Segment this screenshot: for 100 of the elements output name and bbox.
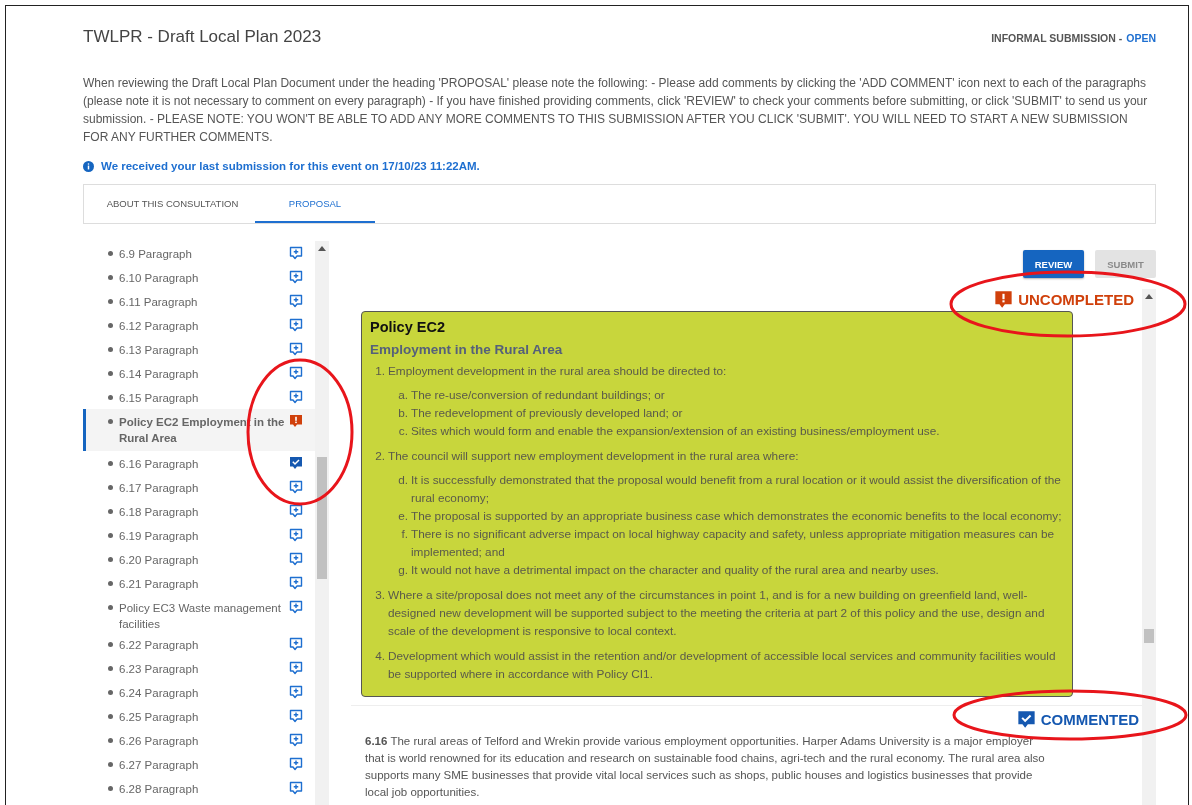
policy-subpoint: The re-use/conversion of redundant buildings; or xyxy=(411,387,665,404)
add-comment-icon[interactable] xyxy=(289,366,303,380)
bullet-icon xyxy=(108,251,113,256)
scrollbar-thumb[interactable] xyxy=(317,457,327,579)
list-letter: g. xyxy=(397,562,408,579)
sidebar-item[interactable]: 6.13 Paragraph xyxy=(83,337,315,361)
policy-subpoint: It is successfully demonstrated that the proposal would benefit from a rural location or it would assist the diversification of the rural economy; xyxy=(411,472,1062,507)
bullet-icon xyxy=(108,461,113,466)
submission-type: INFORMAL SUBMISSION - xyxy=(991,32,1123,44)
add-comment-icon[interactable] xyxy=(289,294,303,308)
bullet-icon xyxy=(108,690,113,695)
sidebar-item[interactable]: 6.12 Paragraph xyxy=(83,313,315,337)
add-comment-icon[interactable] xyxy=(289,637,303,651)
add-comment-icon[interactable] xyxy=(289,552,303,566)
bullet-icon xyxy=(108,323,113,328)
add-comment-icon[interactable] xyxy=(289,685,303,699)
policy-subpoint: The redevelopment of previously developed land; or xyxy=(411,405,683,422)
info-icon xyxy=(83,160,94,172)
bullet-icon xyxy=(108,533,113,538)
add-comment-icon[interactable] xyxy=(289,318,303,332)
add-comment-icon[interactable] xyxy=(289,600,303,614)
list-letter: b. xyxy=(397,405,408,422)
sidebar-item[interactable]: 6.11 Paragraph xyxy=(83,289,315,313)
add-comment-icon[interactable] xyxy=(289,390,303,404)
sidebar-item[interactable]: 6.14 Paragraph xyxy=(83,361,315,385)
submission-state: OPEN xyxy=(1126,32,1156,44)
add-comment-icon[interactable] xyxy=(289,781,303,795)
list-number: 2. xyxy=(374,448,385,465)
sidebar-item[interactable]: 6.24 Paragraph xyxy=(83,680,315,704)
sidebar-item[interactable]: 6.20 Paragraph xyxy=(83,547,315,571)
policy-point: Employment development in the rural area should be directed to: xyxy=(388,363,727,380)
sidebar-item[interactable]: 6.18 Paragraph xyxy=(83,499,315,523)
sidebar-item[interactable]: 6.22 Paragraph xyxy=(83,632,315,656)
sidebar-item[interactable]: 6.16 Paragraph xyxy=(83,451,315,475)
list-letter: e. xyxy=(397,508,408,525)
bullet-icon xyxy=(108,275,113,280)
policy-point: Development which would assist in the retention and/or development of accessible local services and community facilities would be supported where in accordance with Policy CI1. xyxy=(388,648,1057,683)
scroll-up-icon[interactable] xyxy=(318,246,326,251)
sidebar-item[interactable]: 6.27 Paragraph xyxy=(83,752,315,776)
alert-comment-icon[interactable] xyxy=(289,414,303,428)
list-letter: d. xyxy=(397,472,408,489)
uncompleted-status: UNCOMPLETED xyxy=(994,290,1142,309)
policy-title: Policy EC2 xyxy=(370,319,446,335)
policy-point: Where a site/proposal does not meet any of the circumstances in point 1, and is for a new building on greenfield land, well-designed new development will be supported subject to the meeting the criteria at part 2 of this policy and the use, design and scale of the development is responsive to local context. xyxy=(388,587,1046,640)
add-comment-icon[interactable] xyxy=(289,270,303,284)
bullet-icon xyxy=(108,738,113,743)
add-comment-icon[interactable] xyxy=(289,246,303,260)
scrollbar[interactable] xyxy=(315,241,329,805)
bullet-icon xyxy=(108,786,113,791)
add-comment-icon[interactable] xyxy=(289,661,303,675)
list-letter: c. xyxy=(397,423,408,440)
tab[interactable]: PROPOSAL xyxy=(255,185,375,223)
sidebar-item[interactable]: 6.15 Paragraph xyxy=(83,385,315,409)
bullet-icon xyxy=(108,419,113,424)
sidebar-item[interactable]: 6.26 Paragraph xyxy=(83,728,315,752)
sidebar-item[interactable]: 6.17 Paragraph xyxy=(83,475,315,499)
review-button[interactable]: REVIEW xyxy=(1023,250,1084,278)
sidebar-item[interactable]: 6.9 Paragraph xyxy=(83,241,315,265)
bullet-icon xyxy=(108,581,113,586)
paragraph-text: 6.16 The rural areas of Telford and Wrekin provide various employment opportunities. Harper Adams University is a major employer that is world renowned for its education and research on sustainable food chains, agri-tech and the rural economy. The rural area also supports many SME businesses that provide vital local services such as shops, public houses and logistics businesses that provide local job opportunities. xyxy=(365,734,1046,800)
page-title: TWLPR - Draft Local Plan 2023 xyxy=(83,27,322,47)
add-comment-icon[interactable] xyxy=(289,480,303,494)
scrollbar-thumb[interactable] xyxy=(1144,629,1154,643)
bullet-icon xyxy=(108,605,113,610)
sidebar-item[interactable]: 6.25 Paragraph xyxy=(83,704,315,728)
check-comment-icon[interactable] xyxy=(289,456,303,470)
sidebar-item[interactable]: 6.23 Paragraph xyxy=(83,656,315,680)
add-comment-icon[interactable] xyxy=(289,733,303,747)
sidebar-item[interactable]: 6.19 Paragraph xyxy=(83,523,315,547)
bullet-icon xyxy=(108,642,113,647)
policy-subpoint: It would not have a detrimental impact on the character and quality of the rural area and nearby uses. xyxy=(411,562,939,579)
check-comment-icon xyxy=(1016,710,1036,729)
add-comment-icon[interactable] xyxy=(289,709,303,723)
bullet-icon xyxy=(108,762,113,767)
sidebar-item[interactable]: 6.21 Paragraph xyxy=(83,571,315,595)
sidebar-item[interactable]: 6.10 Paragraph xyxy=(83,265,315,289)
policy-subpoint: Sites which would form and enable the expansion/extension of an existing business/employment use. xyxy=(411,423,940,440)
list-letter: f. xyxy=(400,526,408,543)
bullet-icon xyxy=(108,509,113,514)
bullet-icon xyxy=(108,299,113,304)
bullet-icon xyxy=(108,714,113,719)
alert-comment-icon xyxy=(994,290,1014,309)
add-comment-icon[interactable] xyxy=(289,342,303,356)
add-comment-icon[interactable] xyxy=(289,757,303,771)
list-number: 4. xyxy=(374,648,385,665)
add-comment-icon[interactable] xyxy=(289,504,303,518)
instructions-text: When reviewing the Draft Local Plan Document under the heading 'PROPOSAL' please note the following: - Please add comments by clicking the 'ADD COMMENT' icon next to each of the paragraphs (please note it is not necessary to comment on every paragraph) - If you have finished providing comments, click 'REVIEW' to check your comments before submitting, or click 'SUBMIT' to send us your submission. - PLEASE NOTE: YOU WON'T BE ABLE TO ADD ANY MORE COMMENTS TO THIS SUBMISSION AFTER YOU CLICK 'SUBMIT'. YOU WILL NEED TO START A NEW SUBMISSION FOR ANY FURTHER COMMENTS. xyxy=(83,75,1149,146)
sidebar-item[interactable]: Policy EC3 Waste management facilities xyxy=(83,595,315,632)
add-comment-icon[interactable] xyxy=(289,528,303,542)
add-comment-icon[interactable] xyxy=(289,576,303,590)
tab[interactable]: ABOUT THIS CONSULTATION xyxy=(90,185,255,223)
policy-subpoint: The proposal is supported by an appropriate business case which demonstrates the economic benefits to the local economy; xyxy=(411,508,1062,525)
bullet-icon xyxy=(108,347,113,352)
scroll-up-icon[interactable] xyxy=(1145,294,1153,299)
scrollbar[interactable] xyxy=(1142,289,1156,805)
bullet-icon xyxy=(108,557,113,562)
list-number: 1. xyxy=(374,363,385,380)
sidebar-item[interactable]: 6.28 Paragraph xyxy=(83,776,315,800)
bullet-icon xyxy=(108,371,113,376)
list-letter: a. xyxy=(397,387,408,404)
